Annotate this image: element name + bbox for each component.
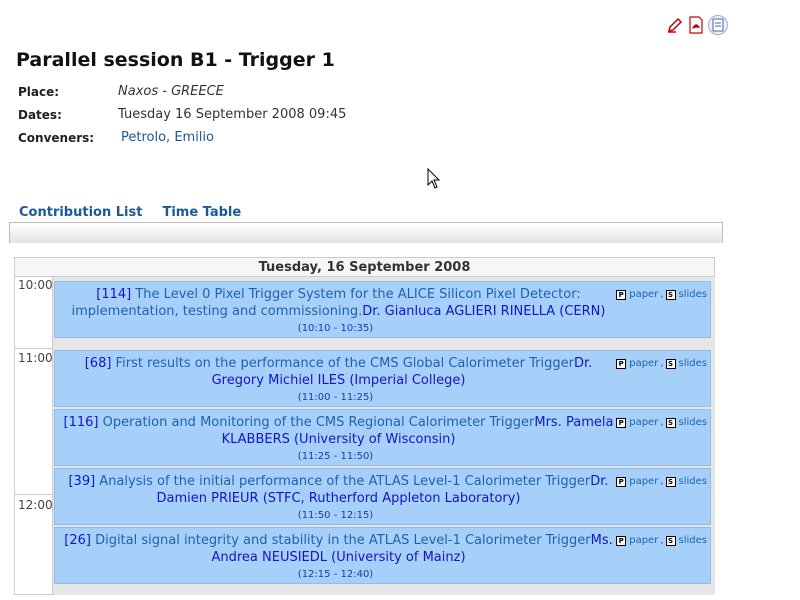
slides-link[interactable]: slides <box>679 476 707 487</box>
dates-value: Tuesday 16 September 2008 09:45 <box>118 107 347 122</box>
contribution-time: (11:00 - 11:25) <box>297 392 374 403</box>
session-details: Place: Naxos - GREECE Dates: Tuesday 16 … <box>18 80 346 149</box>
tab-time-table[interactable]: Time Table <box>162 205 241 220</box>
place-value: Naxos - GREECE <box>118 84 224 99</box>
paper-link[interactable]: paper <box>629 535 658 546</box>
calendar-export-icon[interactable] <box>708 15 728 35</box>
hour-divider <box>15 348 53 349</box>
contribution-id: [114] <box>96 287 132 302</box>
contribution-time: (12:15 - 12:40) <box>297 569 374 580</box>
contribution-time: (11:50 - 12:15) <box>297 510 374 521</box>
material-links: Ppaper, Sslides <box>616 417 707 428</box>
paper-link[interactable]: paper <box>629 476 658 487</box>
slides-link[interactable]: slides <box>679 535 707 546</box>
contribution-id: [68] <box>84 356 112 371</box>
paper-link[interactable]: paper <box>629 289 658 300</box>
paper-link[interactable]: paper <box>629 358 658 369</box>
material-links: Ppaper, Sslides <box>616 289 707 300</box>
slides-icon: S <box>665 289 676 300</box>
day-header: Tuesday, 16 September 2008 <box>15 258 714 277</box>
contribution-id: [116] <box>63 415 99 430</box>
paper-icon: P <box>616 476 627 487</box>
slides-link[interactable]: slides <box>679 289 707 300</box>
view-tabs: Contribution List Time Table <box>19 205 241 220</box>
tab-strip <box>9 222 723 243</box>
paper-icon: P <box>616 417 627 428</box>
contribution-time: (11:25 - 11:50) <box>297 451 374 462</box>
speaker-name: Dr. Gianluca AGLIERI RINELLA (CERN) <box>362 304 606 319</box>
slides-link[interactable]: slides <box>679 358 707 369</box>
hour-label: 12:00 <box>18 498 53 512</box>
mouse-cursor-icon <box>427 167 441 194</box>
page-title: Parallel session B1 - Trigger 1 <box>16 49 335 71</box>
contribution-time: (10:10 - 10:35) <box>297 323 374 334</box>
tab-contribution-list[interactable]: Contribution List <box>19 205 142 220</box>
contribution-title[interactable]: [68] First results on the performance of… <box>61 355 616 389</box>
contribution-id: [39] <box>68 474 96 489</box>
contribution-block[interactable]: [39] Analysis of the initial performance… <box>54 468 711 525</box>
material-links: Ppaper, Sslides <box>616 535 707 546</box>
contribution-title-text: Digital signal integrity and stability i… <box>90 533 591 548</box>
dates-row: Dates: Tuesday 16 September 2008 09:45 <box>18 103 346 126</box>
place-row: Place: Naxos - GREECE <box>18 80 346 103</box>
toolbar <box>666 15 728 35</box>
contribution-block[interactable]: [114] The Level 0 Pixel Trigger System f… <box>54 281 711 338</box>
paper-link[interactable]: paper <box>629 417 658 428</box>
paper-icon: P <box>616 535 627 546</box>
contribution-block[interactable]: [26] Digital signal integrity and stabil… <box>54 527 711 584</box>
contribution-id: [26] <box>64 533 91 548</box>
convener-link[interactable]: Petrolo, Emilio <box>118 130 214 145</box>
slides-icon: S <box>665 358 676 369</box>
timetable: Tuesday, 16 September 2008 10:00 11:00 1… <box>14 257 715 595</box>
place-label: Place: <box>18 84 60 99</box>
slides-icon: S <box>665 476 676 487</box>
contribution-title-text: First results on the performance of the … <box>111 356 574 371</box>
contribution-title[interactable]: [116] Operation and Monitoring of the CM… <box>61 414 616 448</box>
conveners-label: Conveners: <box>18 130 95 145</box>
hour-label: 11:00 <box>18 351 53 365</box>
material-links: Ppaper, Sslides <box>616 358 707 369</box>
paper-icon: P <box>616 358 627 369</box>
material-links: Ppaper, Sslides <box>616 476 707 487</box>
paper-icon: P <box>616 289 627 300</box>
contribution-title-text: Operation and Monitoring of the CMS Regi… <box>98 415 535 430</box>
slides-icon: S <box>665 535 676 546</box>
contribution-title-text: Analysis of the initial performance of t… <box>95 474 591 489</box>
hour-label: 10:00 <box>18 278 53 292</box>
dates-label: Dates: <box>18 107 62 122</box>
slides-icon: S <box>665 417 676 428</box>
edit-icon[interactable] <box>666 16 684 34</box>
hour-divider <box>15 494 53 495</box>
pdf-icon[interactable] <box>687 16 705 34</box>
conveners-row: Conveners: Petrolo, Emilio <box>18 126 346 149</box>
contribution-block[interactable]: [68] First results on the performance of… <box>54 350 711 407</box>
contribution-title[interactable]: [26] Digital signal integrity and stabil… <box>61 532 616 566</box>
hour-column: 10:00 11:00 12:00 <box>15 277 53 595</box>
contribution-title[interactable]: [114] The Level 0 Pixel Trigger System f… <box>61 286 616 320</box>
slides-link[interactable]: slides <box>679 417 707 428</box>
contribution-block[interactable]: [116] Operation and Monitoring of the CM… <box>54 409 711 466</box>
contribution-title[interactable]: [39] Analysis of the initial performance… <box>61 473 616 507</box>
